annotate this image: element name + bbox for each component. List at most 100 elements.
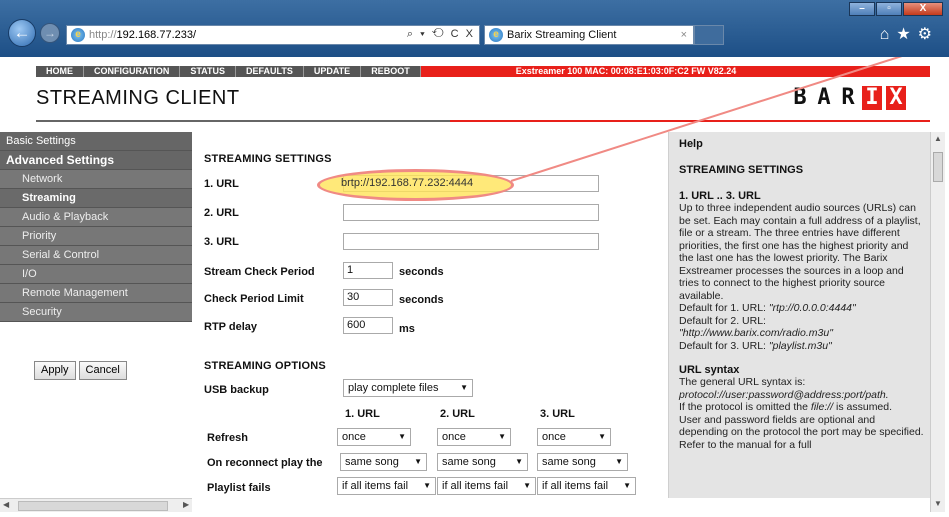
playlist-fails-value: if all items fail	[342, 480, 409, 492]
forward-arrow-icon[interactable]: →	[40, 23, 60, 43]
help-default2-value: "http://www.barix.com/radio.m3u"	[679, 327, 924, 340]
maximize-button[interactable]: ▫	[876, 2, 902, 16]
gear-icon[interactable]: ⚙	[918, 26, 939, 43]
usb-backup-select[interactable]: play complete files ▼	[343, 379, 473, 397]
playlist-fails-value: if all items fail	[442, 480, 509, 492]
ie-page-icon: e	[71, 28, 85, 42]
col-header-url3: 3. URL	[540, 408, 575, 420]
help-section-title: STREAMING SETTINGS	[679, 164, 804, 176]
scrollbar-thumb[interactable]	[18, 501, 168, 511]
default1-value: "rtp://0.0.0.0:4444"	[768, 302, 856, 314]
rtp-delay-field[interactable]: 600	[343, 317, 393, 334]
url2-field[interactable]	[343, 204, 599, 221]
syntax-file-proto: file://	[810, 401, 834, 413]
home-icon[interactable]: ⌂	[880, 26, 897, 43]
refresh-select-url3[interactable]: once ▼	[537, 428, 611, 446]
new-tab-button[interactable]	[694, 25, 724, 45]
refresh-select-url1[interactable]: once ▼	[337, 428, 411, 446]
address-tools-icons[interactable]: ⌕ ▾ ⟲ C X	[407, 28, 475, 41]
col-header-url1: 1. URL	[345, 408, 380, 420]
star-icon[interactable]: ★	[896, 26, 917, 43]
scroll-left-icon[interactable]: ◀	[3, 500, 9, 509]
tab-ie-icon: e	[489, 28, 503, 42]
sidebar-item-priority[interactable]: Priority	[0, 227, 192, 246]
playlist-fails-select-url1[interactable]: if all items fail ▼	[337, 477, 436, 495]
address-protocol: http://	[89, 29, 117, 41]
help-default2-label: Default for 2. URL:	[679, 314, 766, 327]
reconnect-value: same song	[442, 456, 496, 468]
refresh-select-url2[interactable]: once ▼	[437, 428, 511, 446]
nav-update[interactable]: UPDATE	[304, 66, 362, 77]
web-page: HOME CONFIGURATION STATUS DEFAULTS UPDAT…	[0, 57, 949, 517]
check-period-field[interactable]: 1	[343, 262, 393, 279]
chevron-down-icon: ▼	[523, 481, 531, 490]
playlist-fails-value: if all items fail	[542, 480, 609, 492]
chevron-down-icon: ▼	[598, 432, 606, 441]
sidebar-item-security[interactable]: Security	[0, 303, 192, 322]
reconnect-select-url3[interactable]: same song ▼	[537, 453, 628, 471]
nav-defaults[interactable]: DEFAULTS	[236, 66, 304, 77]
cancel-button[interactable]: Cancel	[78, 361, 127, 380]
default2-value: "http://www.barix.com/radio.m3u"	[679, 327, 833, 339]
sidebar-item-remote-management[interactable]: Remote Management	[0, 284, 192, 303]
help-default3: Default for 3. URL: "playlist.m3u"	[679, 340, 924, 353]
browser-tab[interactable]: e Barix Streaming Client ×	[484, 25, 694, 45]
playlist-fails-select-url2[interactable]: if all items fail ▼	[437, 477, 536, 495]
close-window-button[interactable]: X	[903, 2, 943, 16]
barix-logo: B A R I X	[790, 86, 906, 110]
scroll-up-icon[interactable]: ▲	[934, 134, 942, 143]
help-syntax-text2: User and password fields are optional an…	[679, 413, 924, 451]
reconnect-select-url2[interactable]: same song ▼	[437, 453, 528, 471]
playlist-fails-select-url3[interactable]: if all items fail ▼	[537, 477, 636, 495]
sidebar-item-audio-playback[interactable]: Audio & Playback	[0, 208, 192, 227]
url1-label: 1. URL	[204, 178, 239, 190]
logo-letter: I	[862, 86, 882, 110]
reconnect-value: same song	[542, 456, 596, 468]
minimize-button[interactable]: –	[849, 2, 875, 16]
help-panel: Help STREAMING SETTINGS 1. URL .. 3. URL…	[668, 132, 930, 498]
scroll-right-icon[interactable]: ▶	[183, 500, 189, 509]
scroll-down-icon[interactable]: ▼	[934, 499, 942, 508]
chevron-down-icon: ▼	[515, 457, 523, 466]
nav-status[interactable]: STATUS	[180, 66, 236, 77]
horizontal-scrollbar[interactable]: ◀ ▶	[0, 498, 192, 512]
check-limit-field[interactable]: 30	[343, 289, 393, 306]
sidebar-item-streaming[interactable]: Streaming	[0, 189, 192, 208]
syntax-pattern: protocol://user:password@address:port/pa…	[679, 388, 889, 401]
chevron-down-icon: ▼	[398, 432, 406, 441]
apply-button[interactable]: Apply	[34, 361, 76, 380]
sidebar-item-basic-settings[interactable]: Basic Settings	[0, 132, 192, 151]
sidebar-item-network[interactable]: Network	[0, 170, 192, 189]
address-bar[interactable]: e http://192.168.77.233/ ⌕ ▾ ⟲ C X	[66, 25, 480, 45]
check-limit-unit: seconds	[399, 294, 444, 306]
reconnect-label: On reconnect play the	[207, 457, 323, 469]
nav-home[interactable]: HOME	[36, 66, 84, 77]
sidebar: Basic Settings Advanced Settings Network…	[0, 132, 192, 322]
check-period-unit: seconds	[399, 266, 444, 278]
address-host: 192.168.77.233/	[116, 29, 197, 41]
sidebar-item-serial-control[interactable]: Serial & Control	[0, 246, 192, 265]
browser-chrome: – ▫ X ← → e http://192.168.77.233/ ⌕ ▾ ⟲…	[0, 0, 949, 57]
playlist-fails-label: Playlist fails	[207, 482, 271, 494]
reconnect-select-url1[interactable]: same song ▼	[340, 453, 427, 471]
scrollbar-thumb[interactable]	[933, 152, 943, 182]
help-title: Help	[679, 138, 703, 150]
tab-close-icon[interactable]: ×	[681, 29, 687, 41]
check-limit-label: Check Period Limit	[204, 293, 304, 305]
nav-reboot[interactable]: REBOOT	[361, 66, 421, 77]
help-syntax-pattern: protocol://user:password@address:port/pa…	[679, 389, 924, 402]
refresh-value: once	[442, 431, 466, 443]
vertical-scrollbar[interactable]: ▲ ▼	[930, 132, 945, 512]
url3-field[interactable]	[343, 233, 599, 250]
window-controls: – ▫ X	[849, 2, 943, 16]
back-arrow-icon[interactable]: ←	[8, 19, 36, 47]
check-period-label: Stream Check Period	[204, 266, 315, 278]
logo-letter: B	[793, 85, 807, 110]
refresh-label: Refresh	[207, 432, 248, 444]
nav-configuration[interactable]: CONFIGURATION	[84, 66, 181, 77]
default3-value: "playlist.m3u"	[768, 339, 832, 352]
url3-label: 3. URL	[204, 236, 239, 248]
sidebar-item-advanced-settings[interactable]: Advanced Settings	[0, 151, 192, 170]
page-title: STREAMING CLIENT	[36, 87, 240, 109]
sidebar-item-io[interactable]: I/O	[0, 265, 192, 284]
